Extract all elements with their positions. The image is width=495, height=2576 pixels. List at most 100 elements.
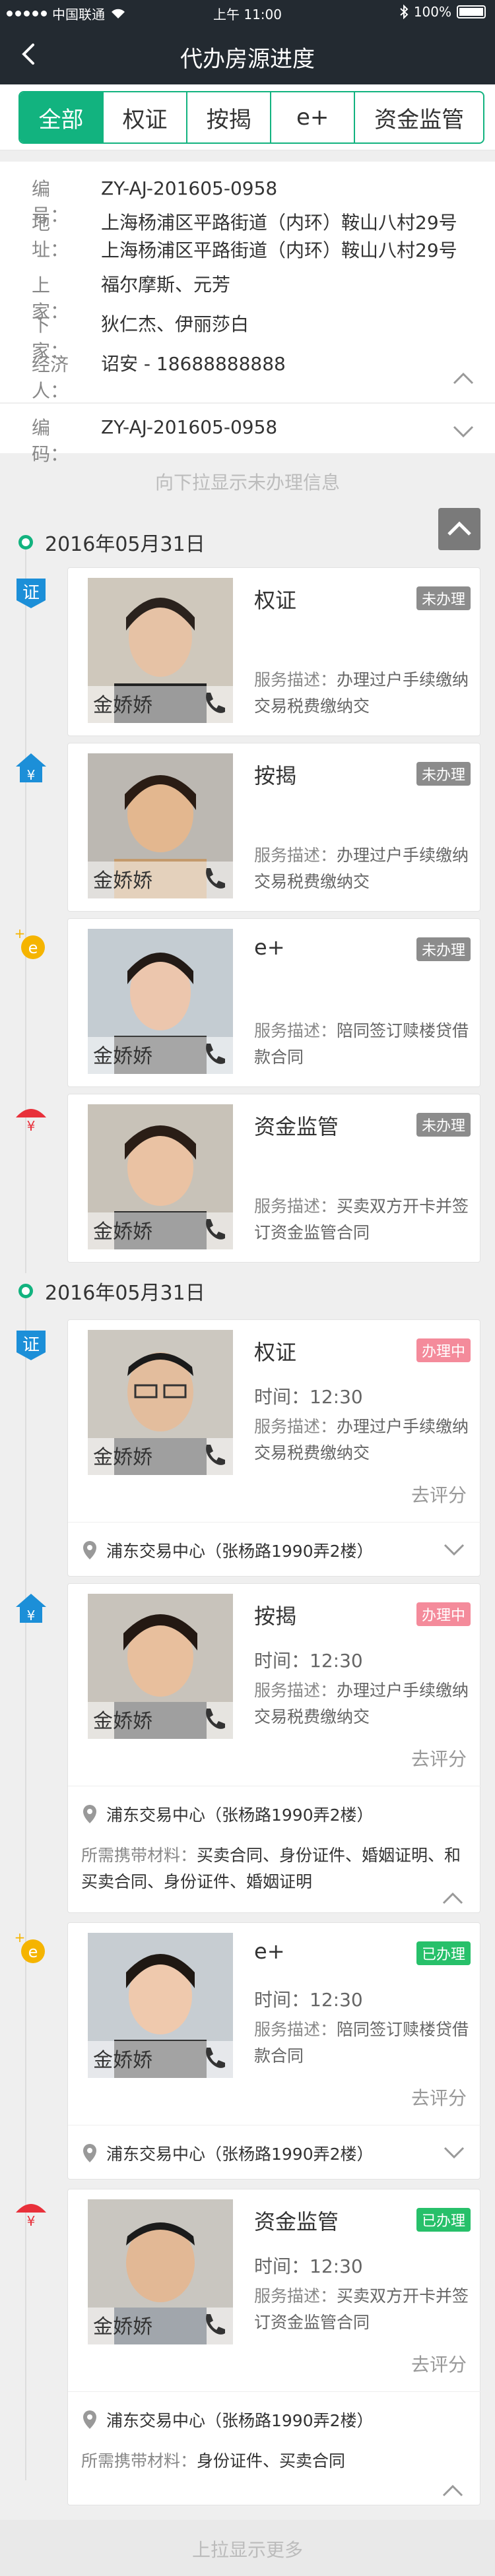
tab-all[interactable]: 全部	[20, 92, 103, 142]
materials-text: 所需携带材料：买卖合同、身份证件、婚姻证明、和买卖合同、身份证件、婚姻证明	[81, 1842, 471, 1895]
page-title: 代办房源进度	[180, 46, 315, 73]
agent-name: 金娇娇	[93, 869, 152, 893]
chevron-up-icon[interactable]	[451, 370, 475, 386]
tab-e-plus[interactable]: e+	[270, 92, 354, 142]
svg-text:¥: ¥	[27, 1118, 36, 1134]
agent-photo: 金娇娇	[88, 1594, 233, 1739]
svg-text:¥: ¥	[27, 1608, 36, 1623]
timeline-dot	[18, 1284, 33, 1298]
address-value: 上海杨浦区平路街道（内环）鞍山八村29号 上海杨浦区平路街道（内环）鞍山八村29…	[101, 209, 457, 265]
chevron-down-icon[interactable]	[443, 2145, 465, 2160]
phone-icon[interactable]	[200, 864, 228, 892]
location-row[interactable]: 浦东交易中心（张杨路1990弄2楼）	[68, 1522, 481, 1576]
code-row: 编 码： ZY-AJ-201605-0958	[32, 414, 277, 466]
agent-row: 经济人： 诏安 - 18688888888	[32, 350, 286, 403]
address-line-1: 上海杨浦区平路街道（内环）鞍山八村29号	[101, 212, 457, 234]
service-card[interactable]: 金娇娇 按揭 未办理 服务描述：办理过户手续缴纳交易税费缴纳交	[67, 743, 480, 912]
battery-percent: 100%	[413, 4, 451, 20]
tab-certificate[interactable]: 权证	[102, 92, 186, 142]
phone-icon[interactable]	[200, 1215, 228, 1243]
svg-text:e: e	[28, 939, 38, 957]
phone-icon[interactable]	[200, 2044, 228, 2071]
chevron-down-icon[interactable]	[443, 1542, 465, 1557]
status-right: 100%	[399, 4, 486, 20]
date-label: 2016年05月31日	[45, 533, 205, 556]
timeline-line	[25, 541, 26, 1273]
tab-mortgage[interactable]: 按揭	[186, 92, 270, 142]
agent-photo: 金娇娇	[88, 1330, 233, 1475]
location-pin-icon	[83, 1805, 96, 1823]
service-title: e+	[254, 935, 285, 960]
rate-link[interactable]: 去评分	[411, 1481, 467, 1507]
status-badge: 未办理	[416, 937, 471, 961]
phone-icon[interactable]	[200, 1705, 228, 1732]
agent-name: 金娇娇	[93, 2315, 152, 2339]
service-card[interactable]: 金娇娇 e+ 未办理 服务描述：陪同签订赎楼贷借款合同	[67, 918, 480, 1087]
pull-up-hint: 上拉显示更多	[191, 2539, 303, 2561]
certificate-icon: 证	[16, 579, 46, 608]
load-more-bar[interactable]: 上拉显示更多	[0, 2520, 495, 2576]
service-card[interactable]: 金娇娇 资金监管 已办理 时间：12:30 服务描述：买卖双方开卡并签订资金监管…	[67, 2189, 481, 2505]
service-card[interactable]: 金娇娇 按揭 办理中 时间：12:30 服务描述：办理过户手续缴纳交易税费缴纳交…	[67, 1583, 481, 1913]
description-label: 服务描述：	[254, 1417, 337, 1436]
service-card[interactable]: 金娇娇 e+ 已办理 时间：12:30 服务描述：陪同签订赎楼贷借款合同 去评分…	[67, 1922, 481, 2180]
service-card[interactable]: 金娇娇 权证 未办理 服务描述：办理过户手续缴纳交易税费缴纳交	[67, 567, 480, 736]
chevron-up-icon	[447, 521, 471, 536]
phone-icon[interactable]	[200, 1441, 228, 1468]
description-label: 服务描述：	[254, 846, 337, 865]
umbrella-yen-icon: ¥	[16, 1109, 46, 1134]
status-badge: 办理中	[416, 1338, 471, 1362]
phone-icon[interactable]	[200, 1040, 228, 1067]
status-badge: 未办理	[416, 762, 471, 786]
e-plus-icon: e+	[15, 1930, 45, 1963]
status-badge: 未办理	[416, 1113, 471, 1137]
agent-name: 金娇娇	[93, 2049, 152, 2072]
phone-icon[interactable]	[200, 2310, 228, 2338]
tab-fund-supervision[interactable]: 资金监管	[354, 92, 483, 142]
svg-text:证: 证	[22, 1335, 40, 1355]
description-label: 服务描述：	[254, 2286, 337, 2306]
status-badge: 已办理	[416, 2208, 471, 2232]
location-row[interactable]: 浦东交易中心（张杨路1990弄2楼）	[68, 1786, 481, 1840]
house-yen-icon: ¥	[16, 1594, 46, 1623]
agent-photo: 金娇娇	[88, 929, 233, 1074]
location-text: 浦东交易中心（张杨路1990弄2楼）	[106, 1806, 374, 1825]
phone-icon[interactable]	[200, 689, 228, 716]
code-value: ZY-AJ-201605-0958	[101, 416, 278, 438]
service-title: e+	[254, 1939, 285, 1964]
service-time: 时间：12:30	[254, 1386, 363, 1408]
pull-down-hint: 向下拉显示未办理信息	[154, 472, 340, 493]
agent-name: 金娇娇	[93, 1045, 152, 1068]
svg-text:+: +	[15, 1930, 26, 1945]
agent-name: 金娇娇	[93, 1446, 152, 1469]
divider	[0, 402, 495, 404]
service-card[interactable]: 金娇娇 资金监管 未办理 服务描述：买卖双方开卡并签订资金监管合同	[67, 1094, 480, 1263]
battery-icon	[457, 5, 486, 18]
timeline-dot	[18, 535, 33, 550]
location-row[interactable]: 浦东交易中心（张杨路1990弄2楼）	[68, 2391, 481, 2445]
chevron-up-icon[interactable]	[442, 1891, 464, 1906]
bluetooth-icon	[400, 5, 409, 19]
service-card[interactable]: 金娇娇 权证 办理中 时间：12:30 服务描述：办理过户手续缴纳交易税费缴纳交…	[67, 1319, 481, 1577]
date-label: 2016年05月31日	[45, 1282, 205, 1305]
location-text: 浦东交易中心（张杨路1990弄2楼）	[106, 2145, 374, 2164]
rate-link[interactable]: 去评分	[411, 2084, 467, 2110]
description-label: 服务描述：	[254, 1681, 337, 1700]
location-text: 浦东交易中心（张杨路1990弄2楼）	[106, 1542, 374, 1561]
service-description: 服务描述：买卖双方开卡并签订资金监管合同	[254, 2283, 472, 2336]
date-header: 2016年05月31日	[18, 528, 205, 557]
location-pin-icon	[83, 2410, 96, 2429]
svg-text:e: e	[28, 1943, 38, 1961]
chevron-up-icon[interactable]	[442, 2484, 464, 2498]
tab-group: 全部 权证 按揭 e+ 资金监管	[18, 91, 484, 144]
description-label: 服务描述：	[254, 670, 337, 689]
agent-photo: 金娇娇	[88, 578, 233, 723]
rate-link[interactable]: 去评分	[411, 1745, 467, 1771]
agent-label: 经济人：	[32, 354, 69, 402]
chevron-down-icon[interactable]	[451, 424, 475, 440]
service-title: 按揭	[254, 763, 297, 788]
rate-link[interactable]: 去评分	[411, 2350, 467, 2377]
timeline-line	[25, 1293, 26, 2480]
location-row[interactable]: 浦东交易中心（张杨路1990弄2楼）	[68, 2125, 481, 2179]
scroll-top-button[interactable]	[438, 508, 480, 550]
